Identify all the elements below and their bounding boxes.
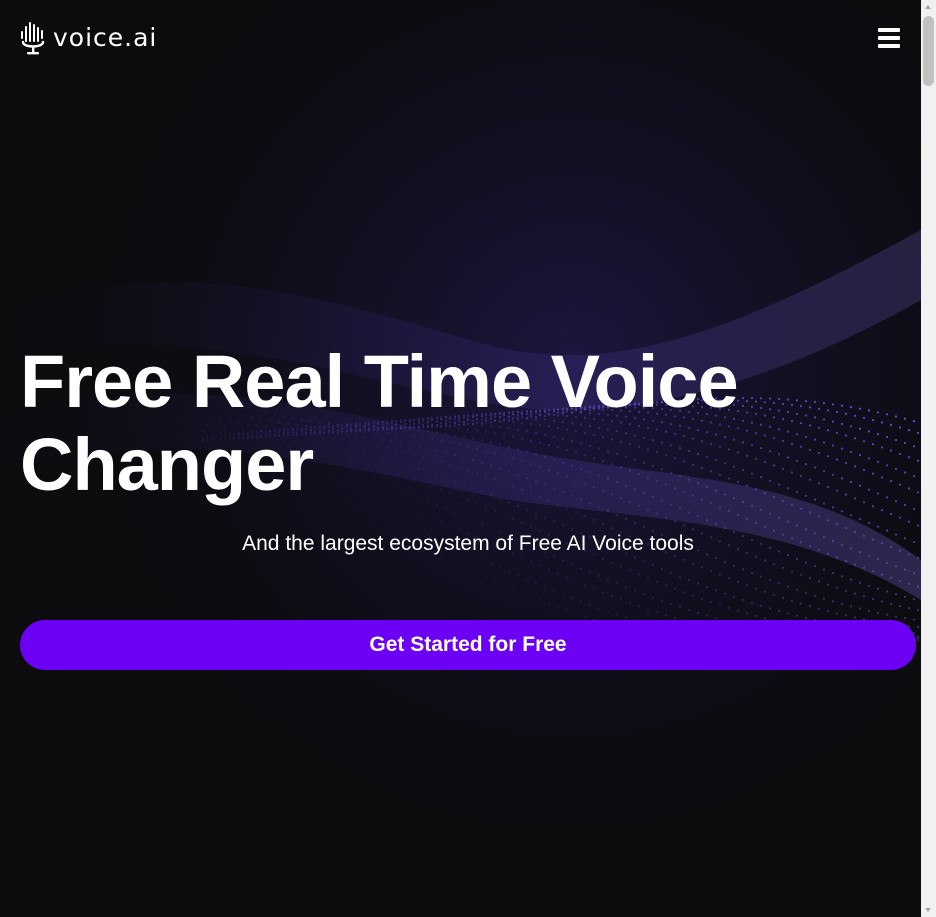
viewport: voice.ai Free Real Time Voice Changer An… — [0, 0, 921, 917]
menu-bar-bottom — [878, 44, 900, 48]
menu-bar-middle — [878, 36, 900, 40]
logo[interactable]: voice.ai — [20, 20, 157, 56]
scroll-down-arrow-icon[interactable] — [921, 902, 936, 917]
hero-title-line-2: Changer — [20, 423, 314, 506]
get-started-button[interactable]: Get Started for Free — [20, 620, 916, 670]
scroll-up-arrow-icon[interactable] — [921, 0, 936, 15]
hero-title-line-1: Free Real Time Voice — [20, 340, 739, 423]
site-header: voice.ai — [0, 0, 921, 78]
vertical-scrollbar[interactable] — [921, 0, 936, 917]
hamburger-menu-icon[interactable] — [878, 28, 900, 48]
hero-title: Free Real Time Voice Changer — [20, 340, 900, 506]
logo-text: voice.ai — [53, 23, 158, 52]
microphone-logo-icon — [21, 22, 45, 55]
page: voice.ai Free Real Time Voice Changer An… — [0, 0, 936, 917]
hero-subtitle: And the largest ecosystem of Free AI Voi… — [242, 532, 694, 555]
scrollbar-thumb[interactable] — [923, 16, 934, 86]
menu-bar-top — [878, 28, 900, 32]
